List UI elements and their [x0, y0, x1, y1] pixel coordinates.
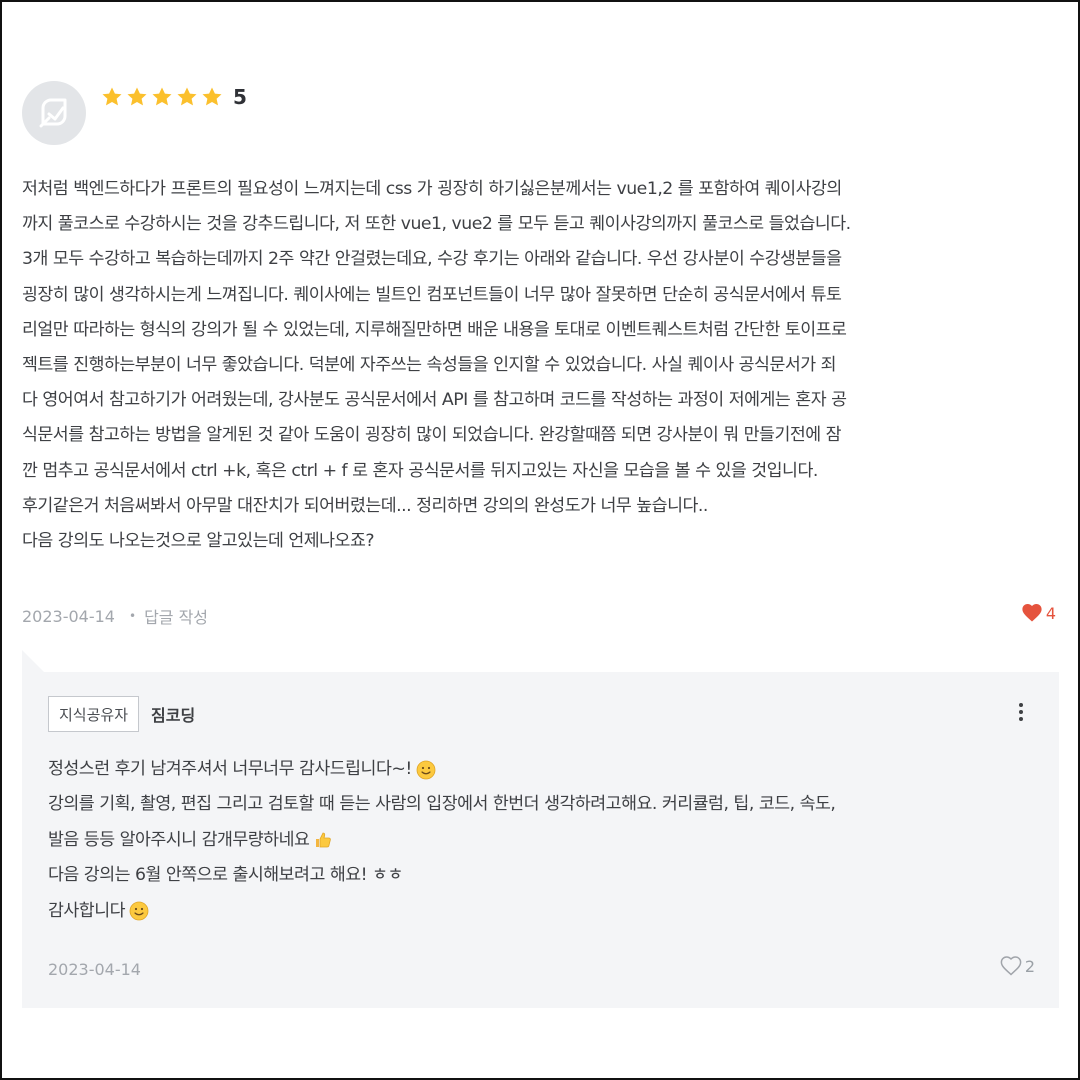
review-text-line: 다 영어여서 참고하기가 어려웠는데, 강사분도 공식문서에서 API 를 참고… — [22, 390, 847, 411]
reply-text-line: 발음 등등 알아주시니 감개무량하네요 — [48, 823, 1038, 858]
review-text-line: 식문서를 참고하는 방법을 알게된 것 같아 도움이 굉장히 많이 되었습니다.… — [22, 425, 842, 446]
smiling-face-icon — [416, 760, 436, 780]
avatar[interactable] — [22, 81, 86, 145]
review-card: 5 저처럼 백엔드하다가 프론트의 필요성이 느껴지는데 css 가 굉장히 하… — [0, 0, 1080, 1080]
reply-text-line: 감사합니다 — [48, 894, 1038, 929]
reply-like-count: 2 — [1024, 956, 1035, 976]
reply-text-line: 다음 강의는 6월 안쪽으로 출시해보려고 해요! ㅎㅎ — [48, 858, 1038, 893]
review-date: 2023-04-14 — [22, 606, 115, 626]
reply-line-text: 감사합니다 — [48, 900, 126, 921]
review-like-button[interactable]: 4 — [1020, 601, 1056, 625]
reply-header: 지식공유자 짐코딩 — [48, 696, 195, 732]
reply-author[interactable]: 짐코딩 — [151, 702, 195, 726]
reply-text: 정성스런 후기 남겨주셔서 너무너무 감사드립니다~! 강의를 기획, 촬영, 편… — [48, 752, 1038, 929]
reply-pointer — [22, 650, 44, 672]
review-text-line: 깐 멈추고 공식문서에서 ctrl +k, 혹은 ctrl + f 로 혼자 공… — [22, 460, 818, 481]
review-text-line: 젝트를 진행하는부분이 너무 좋았습니다. 덕분에 자주쓰는 속성들을 인지할 … — [22, 354, 837, 375]
heart-filled-icon — [1022, 604, 1042, 622]
review-text-line: 저처럼 백엔드하다가 프론트의 필요성이 느껴지는데 css 가 굉장히 하기싫… — [22, 179, 842, 199]
rating: 5 — [100, 85, 247, 109]
review-text-line: 후기같은거 처음써봐서 아무말 대잔치가 되어버렸는데... 정리하면 강의의 … — [22, 495, 708, 516]
star-icon — [102, 87, 122, 106]
reply-line-text: 정성스런 후기 남겨주셔서 너무너무 감사드립니다~! — [48, 759, 412, 779]
rating-value: 5 — [233, 85, 247, 109]
review-text-line: 리얼만 따라하는 형식의 강의가 될 수 있었는데, 지루해질만하면 배운 내용… — [22, 319, 847, 340]
star-icon — [127, 87, 147, 106]
thumbs-up-icon — [316, 833, 332, 848]
reply-line-text: 다음 강의는 6월 안쪽으로 출시해보려고 해요! ㅎㅎ — [48, 865, 403, 886]
reply-line-text: 강의를 기획, 촬영, 편집 그리고 검토할 때 듣는 사람의 입장에서 한번더… — [48, 794, 836, 815]
review-like-count: 4 — [1045, 603, 1056, 623]
write-reply-link[interactable]: 답글 작성 — [144, 604, 208, 628]
review-meta: 2023-04-14 • 답글 작성 — [22, 604, 208, 628]
star-icon — [202, 87, 222, 106]
reply-like-button[interactable]: 2 — [999, 954, 1035, 978]
reply-text-line: 강의를 기획, 촬영, 편집 그리고 검토할 때 듣는 사람의 입장에서 한번더… — [48, 787, 1038, 822]
reply-line-text: 발음 등등 알아주시니 감개무량하네요 — [48, 829, 310, 850]
reply-date: 2023-04-14 — [48, 960, 141, 979]
meta-separator: • — [128, 609, 137, 623]
review-text-line: 굉장히 많이 생각하시는게 느껴집니다. 퀘이사에는 빌트인 컴포넌트들이 너무… — [22, 284, 842, 305]
star-rating — [100, 85, 224, 109]
review-text-line: 까지 풀코스로 수강하시는 것을 강추드립니다, 저 또한 vue1, vue2… — [22, 214, 851, 235]
instructor-reply: 지식공유자 짐코딩 정성스런 후기 남겨주셔서 너무너무 감사드립니다~! 강의를… — [22, 672, 1059, 1008]
reply-text-line: 정성스런 후기 남겨주셔서 너무너무 감사드립니다~! — [48, 752, 1038, 787]
default-avatar-icon — [39, 98, 67, 128]
review-text-line: 3개 모두 수강하고 복습하는데까지 2주 약간 안걸렸는데요, 수강 후기는 … — [22, 249, 842, 270]
instructor-badge: 지식공유자 — [48, 696, 140, 732]
review-text-line: 다음 강의도 나오는것으로 알고있는데 언제나오죠? — [22, 530, 375, 551]
smiling-face-icon — [129, 901, 149, 921]
review-text: 저처럼 백엔드하다가 프론트의 필요성이 느껴지는데 css 가 굉장히 하기싫… — [22, 172, 1062, 559]
star-icon — [177, 87, 197, 106]
more-vertical-icon[interactable] — [1011, 700, 1031, 724]
heart-outline-icon — [1000, 956, 1022, 976]
star-icon — [152, 87, 172, 106]
